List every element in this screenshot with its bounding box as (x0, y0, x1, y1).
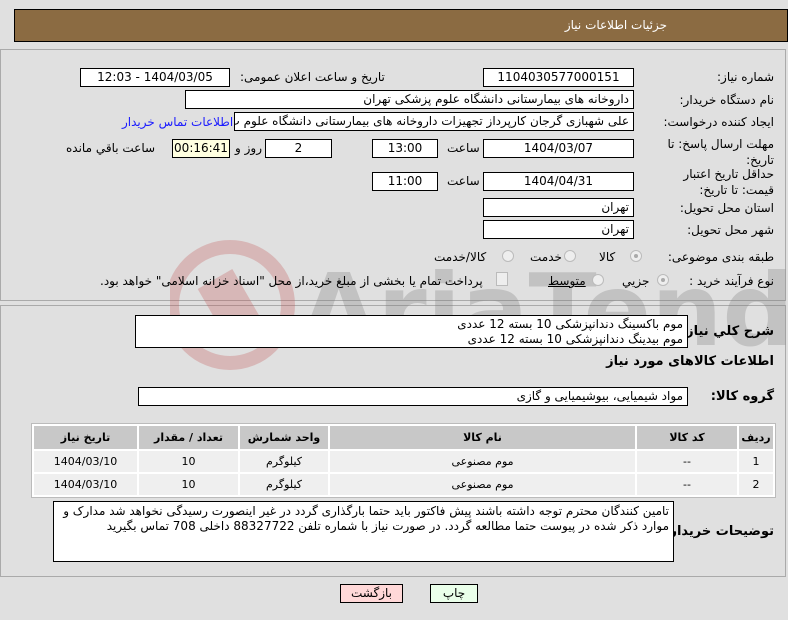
buyer-org-label: نام دستگاه خریدار: (679, 93, 775, 107)
back-button[interactable]: بازگشت (340, 584, 403, 603)
cell-code: -- (637, 474, 737, 495)
city-label: شهر محل تحویل: (687, 223, 774, 237)
cell-unit: کیلوگرم (240, 474, 328, 495)
remaining-label: ساعت باقي مانده (66, 141, 156, 155)
process-radio-medium[interactable] (592, 274, 604, 286)
col-date: تاریخ نیاز (34, 426, 137, 449)
category-goods-label: کالا (599, 250, 616, 264)
validity-time-field: 11:00 (372, 172, 438, 191)
cell-name: موم مصنوعی (330, 474, 635, 495)
description-line: موم باکسینگ دندانپزشکی 10 بسته 12 عددی (457, 317, 683, 331)
payment-checkbox[interactable] (496, 272, 508, 286)
deadline-label: مهلت ارسال پاسخ: تا تاریخ: (667, 137, 774, 167)
payment-note: پرداخت تمام یا بخشی از مبلغ خرید،از محل … (100, 274, 483, 288)
table-row: 2 -- موم مصنوعی کیلوگرم 10 1404/03/10 (34, 474, 773, 495)
col-row: ردیف (739, 426, 773, 449)
cell-name: موم مصنوعی (330, 451, 635, 472)
validity-time-label: ساعت (447, 174, 480, 188)
need-number-label: شماره نیاز: (717, 70, 774, 84)
description-label: شرح کلي نیاز: (680, 324, 774, 339)
category-both-label: کالا/خدمت (434, 250, 487, 264)
cell-qty: 10 (139, 474, 238, 495)
deadline-date-field: 1404/03/07 (483, 139, 634, 158)
cell-qty: 10 (139, 451, 238, 472)
city-field: تهران (483, 220, 634, 239)
province-label: استان محل تحویل: (679, 201, 774, 215)
buyer-notes-textarea[interactable]: تامین کنندگان محترم توجه داشته باشند پیش… (53, 501, 674, 562)
cell-date: 1404/03/10 (34, 451, 137, 472)
validity-date-field: 1404/04/31 (483, 172, 634, 191)
col-unit: واحد شمارش (240, 426, 328, 449)
deadline-time-label: ساعت (447, 141, 480, 155)
col-qty: تعداد / مقدار (139, 426, 238, 449)
need-number-field: 1104030577000151 (483, 68, 634, 87)
process-label: نوع فرآیند خرید : (689, 274, 774, 288)
category-radio-goods[interactable] (630, 250, 642, 262)
category-radio-service[interactable] (564, 250, 576, 262)
cell-date: 1404/03/10 (34, 474, 137, 495)
cell-row: 2 (739, 474, 773, 495)
print-button[interactable]: چاپ (430, 584, 478, 603)
category-service-label: خدمت (530, 250, 562, 264)
description-textarea[interactable]: موم باکسینگ دندانپزشکی 10 بسته 12 عددی م… (135, 315, 688, 348)
description-line: موم بیدینگ دندانپزشکی 10 بسته 12 عددی (467, 332, 683, 346)
goods-section-title: اطلاعات کالاهای مورد نیاز (606, 354, 774, 369)
process-medium-label: متوسط (548, 274, 586, 288)
category-label: طبقه بندی موضوعی: (667, 250, 774, 264)
category-radio-both[interactable] (502, 250, 514, 262)
goods-table: ردیف کد کالا نام کالا واحد شمارش تعداد /… (31, 423, 776, 498)
buyer-notes-label: توضیحات خریدار: (664, 524, 774, 539)
buyer-contact-link[interactable]: اطلاعات تماس خریدار (122, 115, 233, 129)
announce-label: تاریخ و ساعت اعلان عمومی: (240, 70, 385, 84)
remaining-time-field: 00:16:41 (172, 139, 230, 158)
cell-unit: کیلوگرم (240, 451, 328, 472)
days-field: 2 (265, 139, 332, 158)
buyer-org-field: داروخانه های بیمارستانی دانشگاه علوم پزش… (185, 90, 634, 109)
days-label: روز و (235, 141, 262, 155)
deadline-time-field: 13:00 (372, 139, 438, 158)
announce-field: 1404/03/05 - 12:03 (80, 68, 230, 87)
cell-row: 1 (739, 451, 773, 472)
goods-group-field: مواد شیمیایی، بیوشیمیایی و گازی (138, 387, 688, 406)
province-field: تهران (483, 198, 634, 217)
creator-label: ایجاد کننده درخواست: (663, 115, 774, 129)
validity-label: حداقل تاریخ اعتبار قیمت: تا تاریخ: (683, 167, 774, 197)
table-header-row: ردیف کد کالا نام کالا واحد شمارش تعداد /… (34, 426, 773, 449)
cell-code: -- (637, 451, 737, 472)
process-radio-minor[interactable] (657, 274, 669, 286)
table-row: 1 -- موم مصنوعی کیلوگرم 10 1404/03/10 (34, 451, 773, 472)
process-minor-label: جزیي (622, 274, 650, 288)
creator-field: علی شهبازی گرجان کارپرداز تجهیزات داروخا… (234, 112, 634, 131)
col-code: کد کالا (637, 426, 737, 449)
col-name: نام کالا (330, 426, 635, 449)
goods-group-label: گروه کالا: (710, 389, 774, 404)
page-header: جزئیات اطلاعات نیاز (14, 9, 788, 42)
